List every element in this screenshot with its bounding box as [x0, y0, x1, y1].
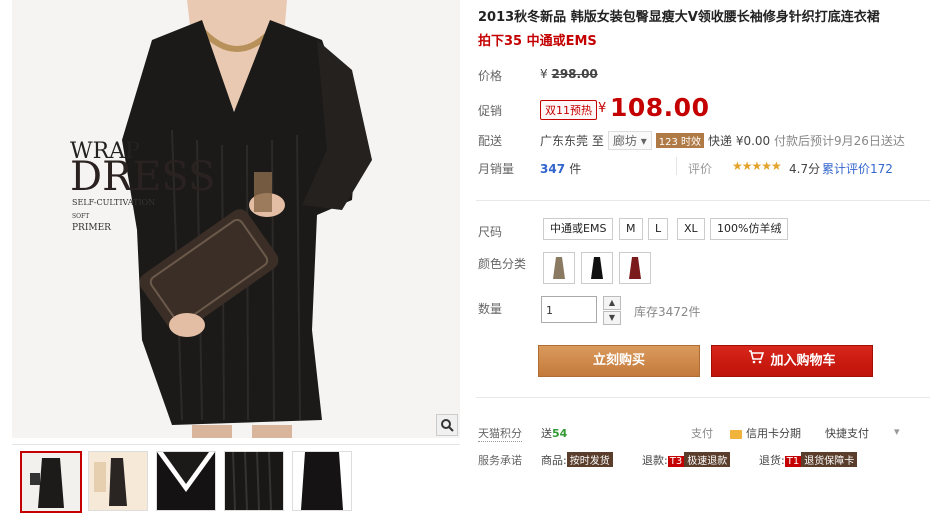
sales-count: 347	[540, 162, 566, 176]
color-swatch-khaki[interactable]	[543, 252, 575, 284]
thumbnail-image	[89, 452, 147, 510]
original-price: ¥ 298.00	[540, 67, 598, 81]
currency-symbol: ¥	[540, 67, 548, 81]
credit-installment-label: 信用卡分期	[746, 427, 801, 440]
credit-card-icon	[730, 429, 742, 439]
original-price-value: 298.00	[551, 67, 598, 81]
service-goods: 商品: 按时发货	[541, 452, 613, 468]
size-label: 尺码	[478, 225, 503, 239]
return-tag: 退货保障卡	[801, 452, 858, 467]
cart-icon	[748, 346, 765, 376]
main-product-photo[interactable]: WRAP DRESS SELF-CULTIVATION SOFT PRIMER	[12, 0, 460, 438]
thumbnail-1[interactable]	[20, 451, 82, 513]
service-refund: 退款: T3 极速退款	[642, 452, 731, 468]
shipping-label: 配送	[478, 134, 503, 148]
express-fee: 快递 ¥0.00	[708, 134, 771, 148]
timely-badge: 123 时效	[655, 133, 704, 148]
product-gallery: WRAP DRESS SELF-CULTIVATION SOFT PRIMER	[0, 0, 460, 519]
chevron-down-icon[interactable]: ▾	[894, 425, 900, 438]
points-label: 天猫积分	[478, 427, 522, 442]
quantity-label: 数量	[478, 302, 503, 316]
add-to-cart-label: 加入购物车	[770, 353, 836, 369]
size-option[interactable]: L	[648, 218, 669, 240]
product-info: 2013秋冬新品 韩版女装包臀显瘦大V领收腰长袖修身针织打底连衣裙 拍下35 中…	[476, 0, 930, 519]
thumbnail-4[interactable]	[224, 451, 284, 511]
goods-label: 商品:	[541, 454, 567, 467]
payment-label: 支付	[691, 427, 713, 440]
buy-now-button[interactable]: 立刻购买	[538, 345, 700, 377]
ship-to-word: 至	[591, 134, 604, 148]
service-return: 退货: T1 退货保障卡	[759, 452, 858, 468]
thumbnail-strip	[12, 444, 460, 520]
refund-code: T3	[667, 456, 685, 467]
chevron-down-icon: ▾	[640, 134, 647, 148]
dress-photo-illustration: WRAP DRESS SELF-CULTIVATION SOFT PRIMER	[12, 0, 460, 438]
thumbnail-image	[293, 452, 351, 510]
sales-unit: 件	[569, 162, 582, 176]
goods-tag: 按时发货	[566, 452, 613, 467]
dress-icon	[629, 257, 641, 279]
points-number: 54	[552, 427, 568, 440]
refund-tag: 极速退款	[684, 452, 731, 467]
stock-count: 库存3472件	[634, 305, 701, 319]
rating-score: 4.7分	[789, 162, 821, 176]
chevron-down-icon: ▼	[608, 313, 616, 322]
divider	[476, 397, 930, 398]
product-subtitle: 拍下35 中通或EMS	[478, 34, 597, 49]
photo-text-self: SELF-CULTIVATION	[72, 198, 155, 207]
size-option[interactable]: M	[619, 218, 643, 240]
photo-text-soft: SOFT	[72, 213, 89, 220]
color-swatch-wine[interactable]	[619, 252, 651, 284]
review-label: 评价	[688, 162, 713, 176]
promo-price: 108.00	[610, 93, 710, 122]
rating-stars-icon: ★★★★★	[732, 159, 782, 173]
thumbnail-3[interactable]	[156, 451, 216, 511]
chevron-up-icon: ▲	[608, 298, 616, 307]
destination-city: 廊坊	[612, 134, 637, 148]
promo-badge: 双11预热	[540, 100, 597, 120]
thumbnail-image	[157, 452, 215, 510]
quantity-input[interactable]: 1	[541, 296, 597, 323]
divider	[676, 157, 677, 175]
review-count-link[interactable]: 累计评价172	[822, 160, 893, 177]
refund-label: 退款:	[642, 454, 668, 467]
magnifier-icon	[441, 419, 454, 432]
thumbnail-5[interactable]	[292, 451, 352, 511]
ship-from: 广东东莞	[540, 134, 589, 148]
thumbnail-2[interactable]	[88, 451, 148, 511]
promo-currency: ¥	[598, 101, 607, 116]
delivery-eta: 付款后预计9月26日送达	[774, 134, 905, 148]
points-value: 送54	[541, 425, 567, 441]
dress-icon	[591, 257, 603, 279]
thumbnail-image	[22, 453, 80, 511]
color-swatch-black[interactable]	[581, 252, 613, 284]
price-label: 价格	[478, 69, 503, 83]
size-option[interactable]: 100%仿羊绒	[710, 218, 789, 240]
add-to-cart-button[interactable]: 加入购物车	[711, 345, 873, 377]
credit-installment[interactable]: 信用卡分期	[730, 425, 801, 441]
return-label: 退货:	[759, 454, 785, 467]
size-option[interactable]: XL	[677, 218, 705, 240]
thumbnail-image	[225, 452, 283, 510]
quick-pay[interactable]: 快捷支付	[825, 425, 869, 441]
sales-label: 月销量	[478, 162, 515, 176]
size-option[interactable]: 中通或EMS	[543, 218, 614, 240]
photo-text-dress: DRESS	[70, 154, 216, 200]
photo-text-primer: PRIMER	[72, 223, 111, 233]
zoom-button[interactable]	[436, 414, 458, 436]
quantity-decrease-button[interactable]: ▼	[603, 311, 621, 325]
monthly-sales: 347 件	[540, 160, 581, 177]
promo-label: 促销	[478, 104, 503, 118]
dress-icon	[553, 257, 565, 279]
divider	[476, 200, 930, 201]
destination-city-select[interactable]: 廊坊 ▾	[607, 131, 652, 150]
quantity-increase-button[interactable]: ▲	[603, 296, 621, 310]
product-title: 2013秋冬新品 韩版女装包臀显瘦大V领收腰长袖修身针织打底连衣裙	[478, 10, 880, 25]
color-label: 颜色分类	[478, 257, 527, 271]
return-code: T1	[784, 456, 802, 467]
service-label: 服务承诺	[478, 454, 522, 467]
shipping-info: 广东东莞 至廊坊 ▾ 123 时效 快递 ¥0.00 付款后预计9月26日送达	[540, 131, 905, 150]
points-prefix: 送	[541, 427, 552, 440]
